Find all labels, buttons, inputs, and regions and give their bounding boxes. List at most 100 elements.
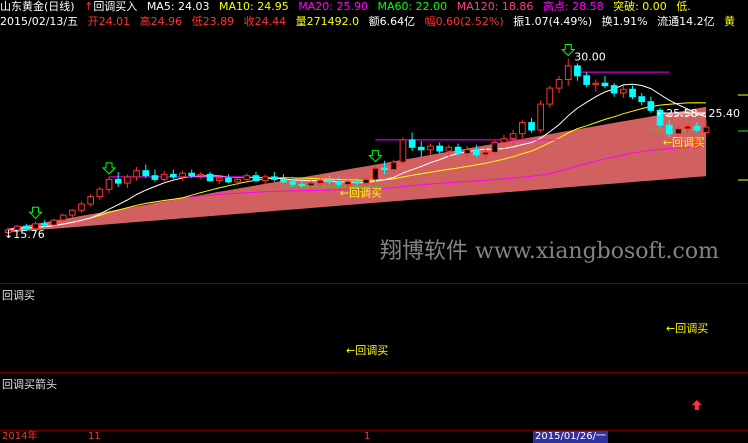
candle-body: [105, 178, 113, 190]
candle-body: [197, 173, 205, 177]
pane3-label: 回调买箭头: [2, 378, 57, 391]
candle: [629, 85, 636, 100]
axis-label-11: 11: [88, 431, 101, 442]
time-axis: 2014年 11 1 2015/01/26/一: [0, 431, 748, 443]
candle-body: [519, 122, 526, 135]
candle: [124, 174, 131, 188]
candle-body: [353, 181, 361, 184]
candle-body: [583, 75, 590, 85]
candle: [105, 176, 113, 193]
candle: [225, 174, 232, 184]
buy-signal-arrow: [28, 206, 43, 220]
candle: [271, 171, 278, 182]
candle-body: [234, 178, 242, 183]
candle-body: [665, 124, 673, 135]
candle-body: [344, 181, 352, 185]
candle: [601, 75, 609, 89]
candle: [261, 174, 269, 185]
candle: [408, 132, 416, 151]
candle-body: [436, 145, 443, 152]
candle: [197, 171, 205, 180]
candle: [59, 213, 67, 222]
candle-body: [59, 214, 67, 221]
candle-body: [417, 146, 425, 151]
candle: [179, 170, 186, 181]
candle-body: [491, 141, 499, 153]
candle-body: [215, 177, 223, 182]
candle-body: [408, 139, 416, 148]
candle-body: [78, 203, 85, 211]
candle-body: [206, 173, 214, 182]
candle-body: [528, 122, 535, 131]
pane2-signal-2: ←回调买: [666, 322, 709, 335]
candle: [620, 85, 627, 98]
axis-label-year: 2014年: [2, 431, 38, 442]
candle-body: [114, 178, 122, 184]
candle-body: [225, 177, 232, 183]
candle-body: [68, 209, 76, 216]
candle-body: [684, 125, 691, 130]
candle-body: [564, 65, 572, 81]
pane-separator-2: [0, 372, 748, 373]
candle-body: [555, 79, 563, 89]
candle-body: [87, 196, 95, 205]
candle-body: [298, 183, 306, 187]
candle-body: [620, 88, 627, 94]
buy-signal-arrow: [101, 162, 117, 175]
candle: [574, 63, 581, 81]
candle: [87, 194, 95, 207]
buy-signal-arrow: [561, 44, 576, 57]
candle-body: [629, 88, 636, 98]
candle-body: [500, 138, 508, 143]
candle-body: [280, 178, 287, 183]
candle-body: [574, 65, 581, 77]
candle-body: [592, 82, 600, 85]
candle-body: [702, 126, 710, 133]
candle: [133, 167, 140, 181]
candle-body: [473, 149, 480, 156]
price-chart[interactable]: 翔博软件 www.xiangbosoft.com 30.00 ↓15.76 ←25.…: [0, 0, 748, 443]
candle: [491, 139, 499, 155]
candle: [206, 171, 214, 182]
candle: [417, 141, 425, 158]
candle-body: [133, 170, 140, 178]
candle: [399, 137, 407, 165]
callback-buy-label-2: ←回调买: [663, 136, 705, 149]
candle-body: [252, 175, 260, 182]
candle-body: [372, 167, 379, 180]
candle-body: [675, 128, 682, 135]
candle-body: [316, 180, 324, 184]
candle: [537, 100, 544, 133]
candle-body: [445, 146, 453, 152]
candle: [252, 171, 260, 182]
candle: [96, 186, 104, 201]
candle: [583, 72, 590, 87]
candle: [528, 117, 535, 133]
low-price-label: ↓15.76: [4, 228, 45, 241]
pane2-signal-1: ←回调买: [346, 344, 389, 357]
buy-signal-arrow: [368, 150, 383, 163]
candle: [68, 208, 76, 218]
candle: [160, 170, 168, 184]
candle: [519, 120, 526, 139]
candle-body: [610, 85, 618, 94]
candle-body: [463, 149, 471, 155]
candle-body: [427, 145, 434, 151]
candle-body: [326, 180, 333, 183]
candle-body: [179, 172, 186, 178]
candle: [114, 171, 122, 187]
axis-label-date: 2015/01/26/一: [533, 431, 609, 443]
candle-body: [693, 125, 701, 131]
candle: [546, 85, 554, 108]
candle: [592, 79, 600, 92]
candle-body: [482, 151, 489, 156]
candle: [647, 96, 655, 113]
candle: [151, 169, 159, 182]
candle-body: [647, 101, 655, 111]
candle-body: [160, 173, 168, 180]
candle: [555, 75, 563, 94]
watermark-text: 翔博软件 www.xiangbosoft.com: [380, 239, 719, 264]
candle: [436, 142, 443, 154]
candle-body: [170, 173, 177, 178]
candle-body: [546, 87, 554, 105]
